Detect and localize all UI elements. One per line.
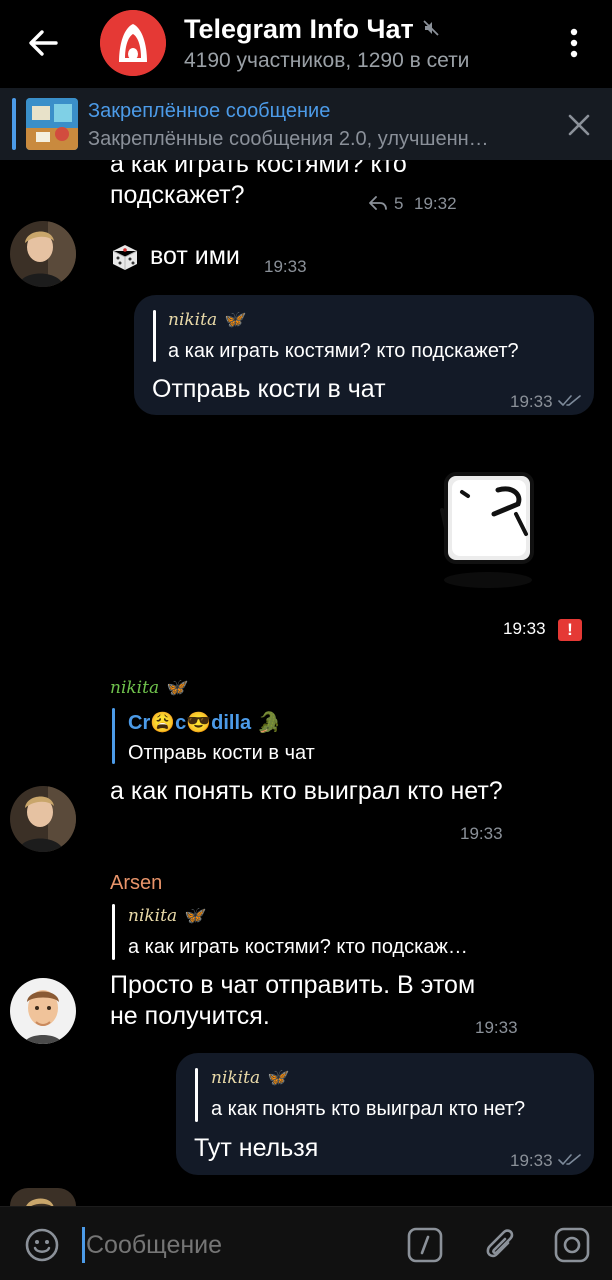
- message-text: вот ими: [150, 242, 240, 270]
- avatar[interactable]: [10, 221, 76, 287]
- pinned-indicator: [12, 98, 16, 150]
- pinned-message-bar[interactable]: Закреплённое сообщение Закреплённые сооб…: [0, 88, 612, 160]
- message-time: 19:33: [503, 619, 546, 638]
- quote-author: nikita 🦋: [128, 906, 204, 926]
- avatar[interactable]: [10, 1188, 76, 1206]
- avatar[interactable]: [10, 786, 76, 852]
- message-text: Тут нельзя: [194, 1134, 319, 1162]
- sender-name[interactable]: nikita 🦋: [110, 678, 186, 698]
- message-time: 19:33: [475, 1018, 518, 1037]
- message-input-bar: [0, 1206, 612, 1280]
- chat-logo-icon: [100, 10, 166, 76]
- error-icon[interactable]: !: [558, 619, 582, 641]
- quote-bar: [112, 708, 115, 764]
- chat-header: Telegram Info Чат 4190 участников, 1290 …: [0, 0, 612, 86]
- quote-bar: [112, 904, 115, 960]
- camera-icon[interactable]: [554, 1227, 590, 1263]
- quote-text: а как понять кто выиграл кто нет?: [211, 1098, 526, 1120]
- quote-text: а как играть костями? кто подскажет?: [168, 340, 519, 362]
- sender-name[interactable]: Arsen: [110, 872, 162, 895]
- message-time: 19:33: [510, 392, 553, 411]
- close-icon[interactable]: [566, 112, 592, 138]
- dice-sticker[interactable]: [432, 462, 552, 592]
- chat-title[interactable]: Telegram Info Чат: [184, 14, 414, 45]
- message-time: 19:33: [264, 257, 307, 276]
- message-time: 19:33: [460, 824, 503, 843]
- slash-command-icon[interactable]: [407, 1227, 443, 1263]
- message-input[interactable]: [86, 1227, 386, 1263]
- quote-author: nikita 🦋: [168, 310, 244, 330]
- more-vert-icon[interactable]: [562, 26, 586, 60]
- pinned-text: Закреплённые сообщения 2.0, улучшенн…: [88, 128, 489, 150]
- dice-emoji-icon: [112, 245, 138, 270]
- quote-bar: [153, 310, 156, 362]
- quote-text: Отправь кости в чат: [128, 742, 315, 764]
- chat-avatar[interactable]: [100, 10, 166, 76]
- quote-text: а как играть костями? кто подскаж…: [128, 936, 468, 958]
- double-check-icon: [558, 395, 581, 406]
- message-text: Просто в чат отправить. В этом не получи…: [110, 971, 476, 1030]
- mute-icon: [423, 20, 439, 36]
- message-time: 19:33: [510, 1151, 553, 1170]
- text-cursor: [82, 1227, 85, 1263]
- emoji-icon[interactable]: [24, 1227, 60, 1263]
- quote-bar: [195, 1068, 198, 1122]
- double-check-icon: [558, 1154, 581, 1165]
- message-text: а как понять кто выиграл кто нет?: [110, 777, 503, 805]
- message-text: Отправь кости в чат: [152, 375, 386, 403]
- pinned-title: Закреплённое сообщение: [88, 100, 331, 122]
- quote-author: nikita 🦋: [211, 1068, 287, 1088]
- pinned-thumbnail: [26, 98, 78, 150]
- chat-subtitle: 4190 участников, 1290 в сети: [184, 49, 470, 72]
- quote-author: Cr😩c😎dilla 🐊: [128, 712, 282, 734]
- avatar[interactable]: [10, 978, 76, 1044]
- paperclip-icon[interactable]: [482, 1225, 518, 1265]
- back-arrow-icon[interactable]: [22, 22, 64, 64]
